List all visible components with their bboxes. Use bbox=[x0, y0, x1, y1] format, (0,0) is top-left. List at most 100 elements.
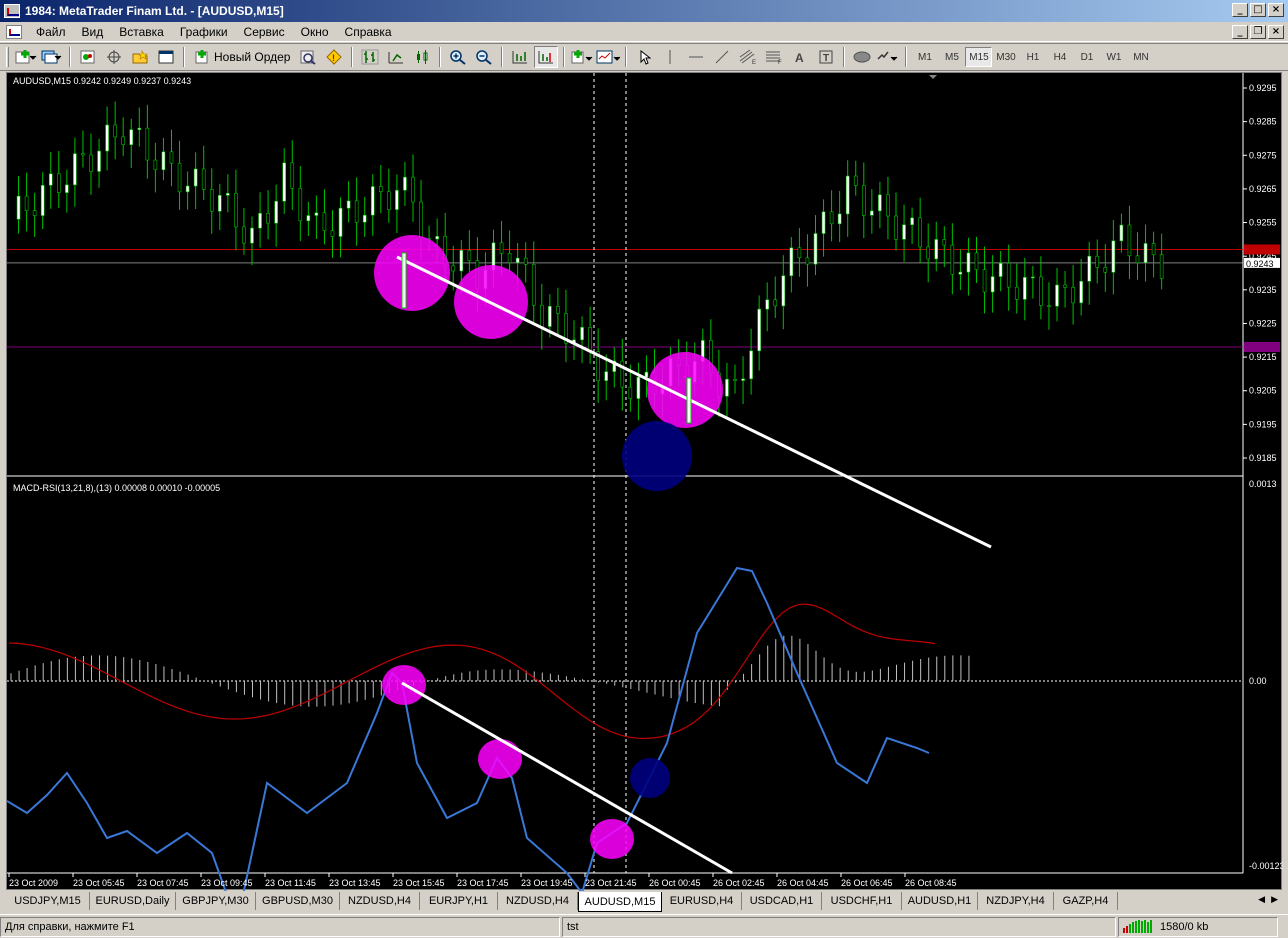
tab-eurjpy-h1[interactable]: EURJPY,H1 bbox=[420, 892, 498, 910]
mdi-close-icon[interactable]: × bbox=[1268, 25, 1284, 39]
bar-chart-icon[interactable] bbox=[358, 46, 382, 68]
price-tick-label: 0.9275 bbox=[1249, 150, 1277, 160]
candle-body bbox=[161, 151, 166, 171]
tab-eurusd-daily[interactable]: EURUSD,Daily bbox=[90, 892, 176, 910]
fibonacci-icon[interactable]: A bbox=[788, 46, 812, 68]
timeframe-h1[interactable]: H1 bbox=[1019, 47, 1046, 67]
tab-nzdusd-h4-2[interactable]: NZDUSD,H4 bbox=[498, 892, 578, 910]
equidistant-channel-icon[interactable]: F bbox=[762, 46, 786, 68]
tab-usdchf-h1[interactable]: USDCHF,H1 bbox=[822, 892, 902, 910]
menu-file[interactable]: Файл bbox=[28, 25, 74, 39]
terminal-icon[interactable] bbox=[154, 46, 178, 68]
new-order-button[interactable]: Новый Ордер bbox=[190, 46, 294, 68]
candlestick-icon[interactable] bbox=[384, 46, 408, 68]
menu-view[interactable]: Вид bbox=[74, 25, 112, 39]
candle-body bbox=[201, 168, 206, 190]
candle-body bbox=[362, 214, 367, 223]
tab-audusd-m15[interactable]: AUDUSD,M15 bbox=[578, 892, 662, 912]
status-profile: tst bbox=[562, 916, 1116, 937]
candle-body bbox=[105, 124, 109, 152]
crosshair-icon[interactable] bbox=[658, 46, 682, 68]
timeframe-m30[interactable]: M30 bbox=[992, 47, 1019, 67]
data-window-icon[interactable] bbox=[102, 46, 126, 68]
candle-body bbox=[322, 212, 327, 232]
meta-editor-icon[interactable] bbox=[296, 46, 320, 68]
timeframe-m5[interactable]: M5 bbox=[938, 47, 965, 67]
zoom-out-icon[interactable] bbox=[472, 46, 496, 68]
candle-body bbox=[1095, 255, 1100, 268]
tab-eurusd-h4[interactable]: EURUSD,H4 bbox=[662, 892, 742, 910]
timeframe-mn[interactable]: MN bbox=[1127, 47, 1154, 67]
maximize-icon[interactable]: □ bbox=[1250, 3, 1266, 17]
shapes-icon[interactable] bbox=[850, 46, 874, 68]
timeframe-m15[interactable]: M15 bbox=[965, 47, 993, 67]
tab-scroll-right-icon[interactable]: ▶ bbox=[1271, 894, 1278, 905]
trendline-icon[interactable]: E bbox=[736, 46, 760, 68]
horizontal-line-icon[interactable] bbox=[710, 46, 734, 68]
arrows-icon[interactable] bbox=[876, 46, 900, 68]
timeframe-d1[interactable]: D1 bbox=[1073, 47, 1100, 67]
candle-body bbox=[435, 236, 439, 240]
chart-shift-marker bbox=[929, 75, 937, 79]
candle-body bbox=[523, 257, 528, 265]
tab-audusd-h1[interactable]: AUDUSD,H1 bbox=[902, 892, 978, 910]
tab-nzdjpy-h4[interactable]: NZDJPY,H4 bbox=[978, 892, 1054, 910]
line-chart-icon[interactable] bbox=[410, 46, 434, 68]
periods-icon[interactable] bbox=[596, 46, 621, 68]
tab-usdcad-h1[interactable]: USDCAD,H1 bbox=[742, 892, 822, 910]
tab-nzdusd-h4[interactable]: NZDUSD,H4 bbox=[340, 892, 420, 910]
menu-insert[interactable]: Вставка bbox=[111, 25, 172, 39]
menu-help[interactable]: Справка bbox=[337, 25, 400, 39]
candle-body bbox=[226, 192, 230, 196]
time-tick-label: 23 Oct 2009 bbox=[9, 878, 58, 888]
tab-usdjpy-m15[interactable]: USDJPY,M15 bbox=[6, 892, 90, 910]
timeframe-h4[interactable]: H4 bbox=[1046, 47, 1073, 67]
mdi-minimize-icon[interactable]: _ bbox=[1232, 25, 1248, 39]
candle-body bbox=[757, 308, 761, 352]
app-icon bbox=[4, 4, 20, 18]
navigator-icon[interactable] bbox=[128, 46, 152, 68]
tab-gazp-h4[interactable]: GAZP,H4 bbox=[1054, 892, 1118, 910]
new-chart-icon[interactable] bbox=[14, 46, 38, 68]
candle-body bbox=[958, 271, 963, 275]
chart-shift-icon[interactable] bbox=[534, 46, 559, 68]
candle-body bbox=[266, 213, 270, 224]
svg-text:E: E bbox=[752, 60, 756, 65]
candle-body bbox=[250, 227, 254, 244]
menu-charts[interactable]: Графики bbox=[172, 25, 236, 39]
zoom-in-icon[interactable] bbox=[446, 46, 470, 68]
timeframe-w1[interactable]: W1 bbox=[1100, 47, 1127, 67]
text-icon[interactable]: T bbox=[814, 46, 838, 68]
tab-gbpusd-m30[interactable]: GBPUSD,M30 bbox=[256, 892, 340, 910]
profiles-icon[interactable] bbox=[40, 46, 64, 68]
expert-advisors-icon[interactable]: ! bbox=[322, 46, 346, 68]
tab-gbpjpy-m30[interactable]: GBPJPY,M30 bbox=[176, 892, 256, 910]
window-controls: _ □ × bbox=[1232, 3, 1284, 17]
menu-tools[interactable]: Сервис bbox=[236, 25, 293, 39]
highlight-circle bbox=[647, 352, 723, 428]
candle-body bbox=[234, 192, 238, 228]
mdi-restore-icon[interactable]: ❐ bbox=[1250, 25, 1266, 39]
candle-body bbox=[153, 159, 158, 171]
minimize-icon[interactable]: _ bbox=[1232, 3, 1248, 17]
chart-canvas[interactable]: 0.92950.92850.92750.92650.92550.92450.92… bbox=[7, 73, 1283, 891]
price-level-box bbox=[1244, 342, 1280, 352]
indicators-icon[interactable] bbox=[570, 46, 594, 68]
price-tick-label: 0.9195 bbox=[1249, 419, 1277, 429]
menu-bar: Файл Вид Вставка Графики Сервис Окно Спр… bbox=[0, 22, 1288, 42]
chart-window-icon[interactable] bbox=[6, 24, 22, 39]
cursor-icon[interactable] bbox=[632, 46, 656, 68]
tab-scroll-left-icon[interactable]: ◀ bbox=[1258, 894, 1265, 905]
menu-window[interactable]: Окно bbox=[293, 25, 337, 39]
chart-window[interactable]: 0.9295 0.9285 0.9275 0.9265 0.9255 0.9245 0.92… bbox=[6, 72, 1283, 891]
auto-scroll-icon[interactable] bbox=[508, 46, 532, 68]
vertical-line-icon[interactable] bbox=[684, 46, 708, 68]
timeframe-m1[interactable]: M1 bbox=[911, 47, 938, 67]
close-icon[interactable]: × bbox=[1268, 3, 1284, 17]
highlight-circle bbox=[590, 819, 634, 859]
candle-body bbox=[829, 211, 834, 225]
candle-body bbox=[48, 173, 53, 186]
candle-body bbox=[781, 275, 786, 307]
market-watch-icon[interactable] bbox=[76, 46, 100, 68]
candle-body bbox=[218, 195, 222, 212]
